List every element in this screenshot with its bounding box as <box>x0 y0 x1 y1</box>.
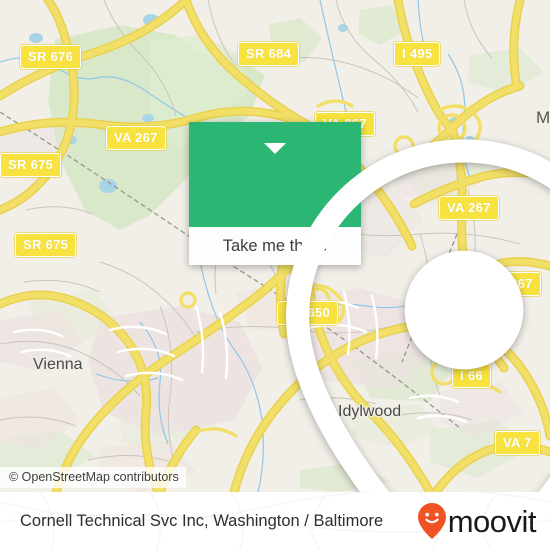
moovit-pin-smiley-icon <box>417 503 446 539</box>
map-canvas[interactable]: .green{fill:#cfe5bd;} .greenlt{fill:#dfe… <box>0 0 550 492</box>
road-shield: I 495 <box>394 42 441 66</box>
callout-image-panel <box>189 122 550 492</box>
osm-attribution-text: © OpenStreetMap contributors <box>9 470 179 484</box>
callout-pointer-tail <box>264 143 286 154</box>
road-shield: SR 684 <box>238 42 300 66</box>
moovit-logo[interactable]: moovit <box>417 502 537 540</box>
page-title: Cornell Technical Svc Inc, Washington / … <box>20 511 384 530</box>
footer-bar: Cornell Technical Svc Inc, Washington / … <box>0 492 550 550</box>
road-shield: SR 676 <box>20 45 82 69</box>
osm-attribution[interactable]: © OpenStreetMap contributors <box>0 467 186 488</box>
moovit-wordmark: moovit <box>447 503 537 539</box>
place-label: Vienna <box>33 356 83 373</box>
road-shield: VA 267 <box>106 126 166 150</box>
map-screenshot: .green{fill:#cfe5bd;} .greenlt{fill:#dfe… <box>0 0 550 550</box>
road-shield: SR 675 <box>0 153 62 177</box>
map-pin-icon <box>286 139 550 492</box>
road-shield: SR 675 <box>15 233 77 257</box>
